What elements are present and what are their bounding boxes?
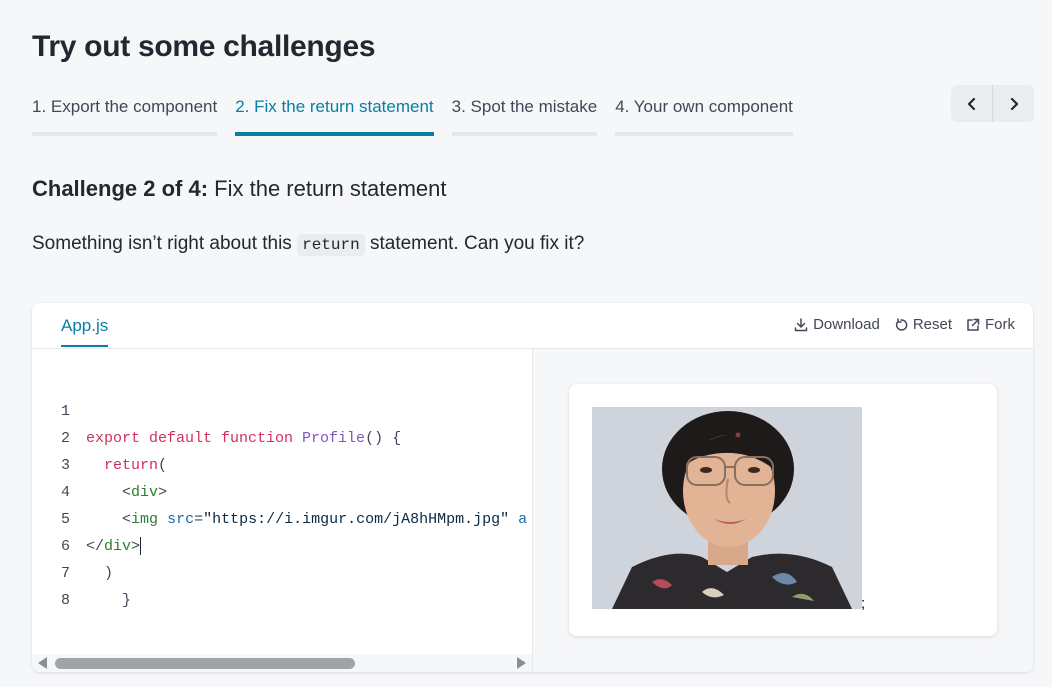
tab-export-component[interactable]: 1. Export the component xyxy=(32,94,218,136)
code-text: export default function Profile() { xyxy=(86,430,402,447)
code-text: </div> xyxy=(86,537,142,556)
reset-icon xyxy=(895,317,908,331)
tab-fix-return-statement[interactable]: 2. Fix the return statement xyxy=(235,94,434,136)
reset-button[interactable]: Reset xyxy=(894,316,952,333)
challenge-tabs: 1. Export the component 2. Fix the retur… xyxy=(32,94,793,136)
scroll-right-arrow-icon[interactable] xyxy=(517,657,526,669)
fork-button[interactable]: Fork xyxy=(966,316,1015,333)
code-text: <div> xyxy=(122,484,168,501)
reset-label: Reset xyxy=(912,316,952,333)
external-link-icon xyxy=(967,318,980,331)
scrollbar-thumb[interactable] xyxy=(55,658,355,669)
code-line: 7 } xyxy=(32,533,131,609)
line-number: 8 xyxy=(60,592,70,609)
code-line: 4 <img src="https://i.imgur.com/jA8hHMpm… xyxy=(32,452,527,528)
download-button[interactable]: Download xyxy=(794,316,880,333)
chevron-right-icon xyxy=(1010,97,1018,110)
horizontal-scrollbar[interactable] xyxy=(32,654,532,672)
code-line: 8 xyxy=(32,560,86,609)
tab-spot-the-mistake[interactable]: 3. Spot the mistake xyxy=(451,94,598,136)
page-title: Try out some challenges xyxy=(32,30,376,63)
code-text: } xyxy=(86,592,132,609)
code-line: 1 export default function Profile() { xyxy=(32,371,401,447)
download-icon xyxy=(794,317,808,331)
text-cursor xyxy=(140,537,142,556)
inline-code-return: return xyxy=(297,234,365,256)
preview-pane: ; xyxy=(533,349,1033,672)
challenge-pager xyxy=(951,85,1034,122)
code-line: 5 </div> xyxy=(32,479,142,556)
code-text: ) xyxy=(86,565,114,582)
previous-challenge-button[interactable] xyxy=(951,85,993,122)
file-tab-app-js[interactable]: App.js xyxy=(61,303,109,347)
preview-card: ; xyxy=(569,384,997,636)
code-editor[interactable]: 1 export default function Profile() { 2 … xyxy=(32,349,533,672)
profile-photo xyxy=(592,407,862,609)
tab-your-own-component[interactable]: 4. Your own component xyxy=(615,94,793,136)
sandbox-actions: Download Reset Fork xyxy=(794,316,1015,333)
fork-label: Fork xyxy=(985,316,1015,333)
preview-trailing-text: ; xyxy=(861,595,866,612)
challenge-description: Something isn’t right about this return … xyxy=(32,233,585,256)
code-text: <img src="https://i.imgur.com/jA8hHMpm.j… xyxy=(122,511,528,528)
challenge-heading: Challenge 2 of 4: Fix the return stateme… xyxy=(32,176,447,202)
code-line: 2 return( xyxy=(32,398,167,474)
chevron-left-icon xyxy=(967,97,975,110)
sandbox-header: App.js Download Reset Fork xyxy=(32,303,1033,349)
code-line: 6 ) xyxy=(32,506,113,582)
description-text-start: Something isn’t right about this xyxy=(32,233,298,254)
code-sandbox: App.js Download Reset Fork 1 export defa… xyxy=(32,303,1033,672)
challenge-counter: Challenge 2 of 4: xyxy=(32,176,209,201)
code-text: return( xyxy=(104,457,168,474)
description-text-end: statement. Can you fix it? xyxy=(364,233,585,254)
download-label: Download xyxy=(813,316,880,333)
challenge-title: Fix the return statement xyxy=(214,176,447,201)
scroll-left-arrow-icon[interactable] xyxy=(38,657,47,669)
code-line: 3 <div> xyxy=(32,425,167,501)
next-challenge-button[interactable] xyxy=(993,85,1034,122)
